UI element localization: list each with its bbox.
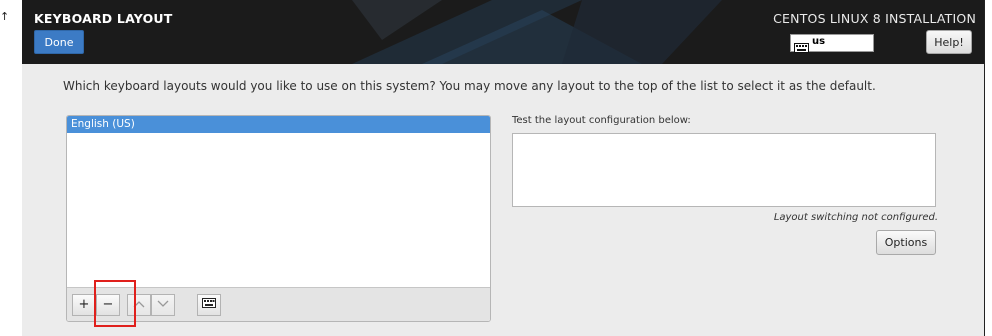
installer-window: KEYBOARD LAYOUT Done CENTOS LINUX 8 INST…: [22, 0, 985, 336]
header-bar: KEYBOARD LAYOUT Done CENTOS LINUX 8 INST…: [22, 0, 984, 64]
layout-switching-note: Layout switching not configured.: [773, 212, 938, 223]
help-button[interactable]: Help!: [926, 30, 972, 54]
test-layout-input[interactable]: [512, 133, 936, 207]
left-window-frame: ↑: [0, 0, 23, 336]
layout-list[interactable]: English (US): [67, 116, 490, 288]
keyboard-icon: [202, 298, 216, 308]
chevron-down-icon: [157, 300, 169, 307]
keyboard-indicator-value: us: [812, 36, 826, 47]
layout-prompt: Which keyboard layouts would you like to…: [63, 79, 876, 93]
layout-list-item[interactable]: English (US): [67, 116, 490, 133]
move-layout-down-button[interactable]: [151, 294, 175, 316]
add-layout-button[interactable]: +: [72, 294, 96, 316]
left-frame-glyph: ↑: [0, 10, 10, 23]
test-layout-label: Test the layout configuration below:: [512, 115, 691, 126]
show-layout-button[interactable]: [197, 294, 221, 316]
options-button[interactable]: Options: [876, 230, 936, 255]
keyboard-icon: [794, 38, 809, 57]
product-title: CENTOS LINUX 8 INSTALLATION: [773, 11, 976, 26]
done-button[interactable]: Done: [34, 30, 84, 54]
screen-title: KEYBOARD LAYOUT: [34, 11, 173, 26]
remove-layout-button[interactable]: −: [96, 294, 120, 316]
layout-list-panel: English (US) + −: [66, 115, 491, 322]
move-layout-up-button[interactable]: [127, 294, 151, 316]
chevron-up-icon: [133, 301, 145, 308]
header-background: [352, 0, 722, 64]
layout-list-toolbar: + −: [67, 287, 490, 321]
keyboard-layout-indicator[interactable]: us: [790, 34, 874, 53]
